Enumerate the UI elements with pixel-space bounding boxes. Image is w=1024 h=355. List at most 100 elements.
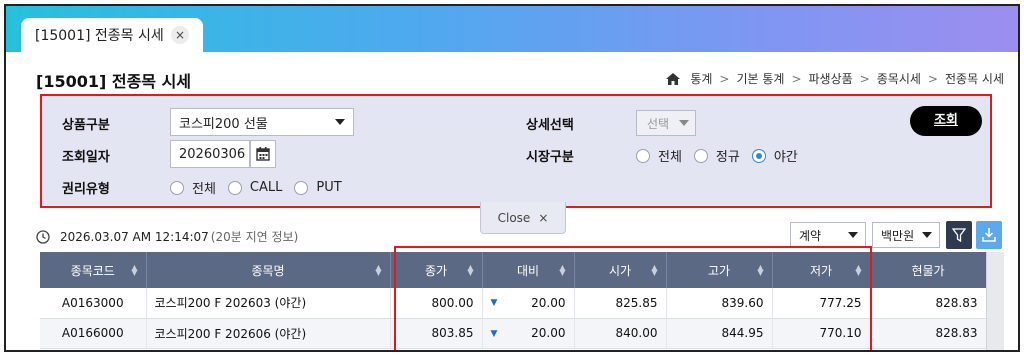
radio-label: PUT [316, 180, 342, 195]
table-header-row: 종목코드 ▲ ▼ 종목명 ▲ ▼ 종가 ▲ ▼ 대비 ▲ ▼ 시가 ▲ ▼ 고가 ▲ ▼ 저가 ▲ ▼ 현물… [40, 252, 987, 288]
download-button[interactable] [976, 221, 1002, 249]
radio-dot [636, 148, 650, 163]
right-type-call-radio[interactable]: CALL [227, 180, 283, 195]
cell-change: ▼ 20.00 [482, 318, 575, 349]
chevron-right-icon: > [927, 71, 938, 86]
cell-code: A0166000 [40, 318, 147, 349]
market-regular-radio[interactable]: 정규 [693, 146, 740, 165]
product-type-value: 코스피200 선물 [179, 116, 268, 132]
sort-icon: ▲ ▼ [467, 263, 474, 277]
calendar-button[interactable] [250, 140, 276, 168]
filter-icon [952, 228, 966, 242]
column-header-close[interactable]: 종가 ▲ ▼ [390, 252, 483, 288]
column-header-open[interactable]: 시가 ▲ ▼ [574, 252, 667, 288]
quotes-table: 종목코드 ▲ ▼ 종목명 ▲ ▼ 종가 ▲ ▼ 대비 ▲ ▼ 시가 ▲ ▼ 고가 ▲ ▼ 저가 ▲ ▼ 현물… [40, 252, 987, 349]
date-value: 20260306 [179, 146, 246, 162]
chevron-right-icon: > [791, 71, 802, 86]
chevron-down-icon [922, 232, 932, 238]
column-header-change[interactable]: 대비 ▲ ▼ [482, 252, 575, 288]
timestamp: 2026.03.07 AM 12:14:07 [60, 229, 209, 244]
header-label: 종목명 [251, 263, 285, 278]
down-arrow-icon: ▼ [490, 328, 498, 339]
filter-button[interactable] [946, 221, 972, 249]
unit-select-value: 백만원 [881, 228, 915, 243]
radio-dot-selected [751, 148, 766, 163]
chevron-down-icon [679, 120, 689, 126]
breadcrumb: 통계 > 기본 통계 > 파생상품 > 종목시세 > 전종목 시세 [666, 70, 1004, 87]
header-label: 종가 [424, 263, 448, 278]
sort-select-value: 계약 [799, 228, 822, 243]
column-header-spot[interactable]: 현물가 [870, 252, 987, 288]
cell-high: 844.95 [666, 318, 773, 349]
tab-close-icon[interactable]: × [171, 26, 189, 44]
cell-name: 코스피200 F 202606 (야간) [146, 318, 391, 349]
header-label: 저가 [809, 263, 833, 278]
column-header-code[interactable]: 종목코드 ▲ ▼ [40, 252, 147, 288]
column-header-high[interactable]: 고가 ▲ ▼ [666, 252, 773, 288]
column-header-low[interactable]: 저가 ▲ ▼ [772, 252, 871, 288]
radio-label: CALL [249, 180, 283, 195]
close-icon: × [538, 210, 549, 225]
search-button[interactable]: 조회 [910, 106, 982, 136]
header-label: 현물가 [911, 263, 945, 278]
tab-strip: [15001] 전종목 시세 × [6, 6, 1018, 52]
column-header-name[interactable]: 종목명 ▲ ▼ [146, 252, 391, 288]
table-scrollbar[interactable] [986, 252, 1004, 350]
down-arrow-icon: ▼ [490, 298, 498, 308]
date-input[interactable]: 20260306 [170, 140, 250, 168]
cell-spot: 828.83 [870, 288, 987, 319]
page-title: [15001] 전종목 시세 [36, 72, 192, 91]
product-type-select[interactable]: 코스피200 선물 [170, 108, 354, 136]
date-label: 조회일자 [62, 150, 110, 165]
radio-label: 전체 [658, 150, 682, 165]
sort-icon: ▲ ▼ [757, 263, 764, 277]
table-row[interactable]: A0166000 코스피200 F 202606 (야간) 803.85 ▼ 20… [40, 318, 987, 349]
download-icon [982, 228, 996, 242]
right-type-put-radio[interactable]: PUT [294, 180, 342, 195]
radio-dot [227, 180, 242, 195]
market-type-radio-group: 전체 정규 야간 [636, 146, 810, 165]
breadcrumb-item-derivatives[interactable]: 파생상품 [809, 70, 853, 87]
change-value: 20.00 [531, 295, 566, 310]
market-all-radio[interactable]: 전체 [636, 146, 682, 165]
timestamp-row: 2026.03.07 AM 12:14:07 (20분 지연 정보) [36, 228, 298, 245]
sort-select[interactable]: 계약 [790, 222, 866, 248]
radio-dot [294, 180, 309, 195]
search-panel: 상품구분 코스피200 선물 조회일자 20260306 권리유형 전체 CAL… [40, 94, 992, 208]
tab-current-page[interactable]: [15001] 전종목 시세 × [21, 18, 203, 52]
breadcrumb-item-all-quotes: 전종목 시세 [944, 72, 1004, 86]
right-type-all-radio[interactable]: 전체 [170, 178, 216, 197]
chevron-right-icon: > [719, 71, 730, 86]
cell-open: 840.00 [574, 318, 667, 349]
sort-icon: ▲ ▼ [559, 263, 566, 277]
cell-code: A0163000 [40, 288, 147, 319]
product-type-label: 상품구분 [62, 118, 110, 133]
cell-close: 800.00 [390, 288, 483, 319]
chevron-down-icon [335, 119, 345, 125]
breadcrumb-item-basic-stats[interactable]: 기본 통계 [736, 70, 784, 87]
table-row[interactable]: A0163000 코스피200 F 202603 (야간) 800.00 ▼ 20… [40, 288, 987, 319]
sort-icon: ▲ ▼ [855, 263, 862, 277]
clock-icon [36, 229, 50, 244]
breadcrumb-item-quotes[interactable]: 종목시세 [877, 70, 921, 87]
close-search-panel-button[interactable]: Close × [480, 202, 566, 234]
home-icon[interactable] [666, 72, 681, 85]
delay-note: (20분 지연 정보) [210, 230, 299, 244]
unit-select[interactable]: 백만원 [872, 222, 940, 248]
breadcrumb-item-stats[interactable]: 통계 [690, 70, 712, 87]
radio-label: 정규 [715, 150, 740, 165]
cell-low: 777.25 [772, 288, 871, 319]
sort-icon: ▲ ▼ [375, 263, 382, 277]
cell-change: ▼ 20.00 [482, 288, 575, 319]
detail-select: 선택 [636, 110, 696, 136]
header-label: 시가 [608, 263, 632, 278]
tab-label: [15001] 전종목 시세 [35, 28, 164, 44]
detail-select-value: 선택 [647, 116, 670, 131]
cell-spot: 828.83 [870, 318, 987, 349]
market-night-radio[interactable]: 야간 [751, 146, 798, 165]
calendar-icon [256, 147, 270, 161]
chevron-down-icon [848, 232, 858, 238]
cell-name: 코스피200 F 202603 (야간) [146, 288, 391, 319]
market-type-label: 시장구분 [526, 150, 574, 165]
cell-low: 770.10 [772, 318, 871, 349]
